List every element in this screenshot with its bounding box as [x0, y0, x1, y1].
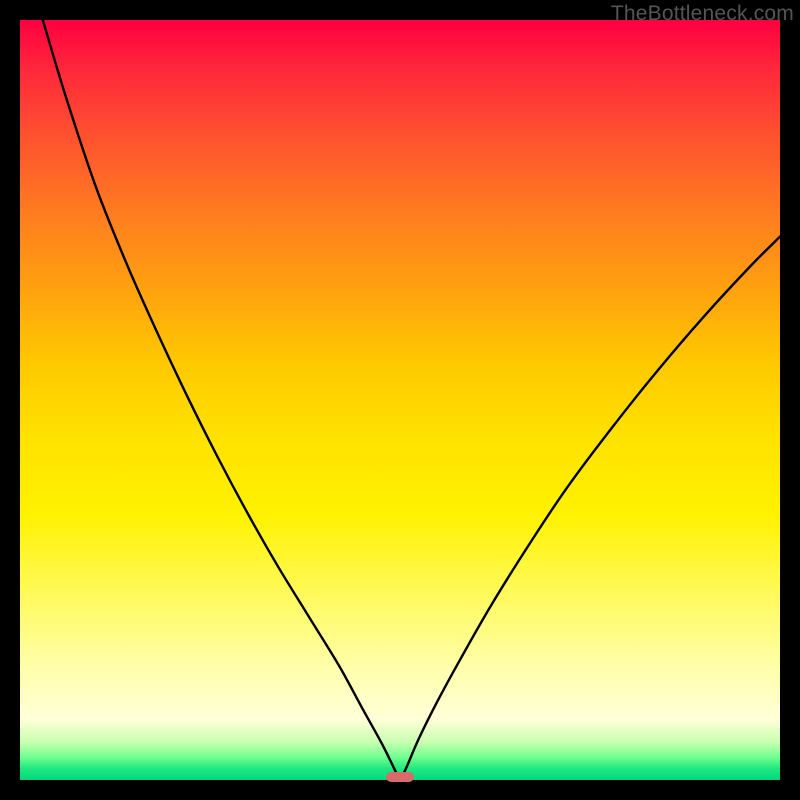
bottleneck-curve [20, 20, 780, 780]
min-marker [386, 772, 414, 782]
chart-container: TheBottleneck.com [0, 0, 800, 800]
curve-left-branch [43, 20, 398, 776]
plot-area [20, 20, 780, 780]
curve-right-branch [402, 237, 780, 777]
